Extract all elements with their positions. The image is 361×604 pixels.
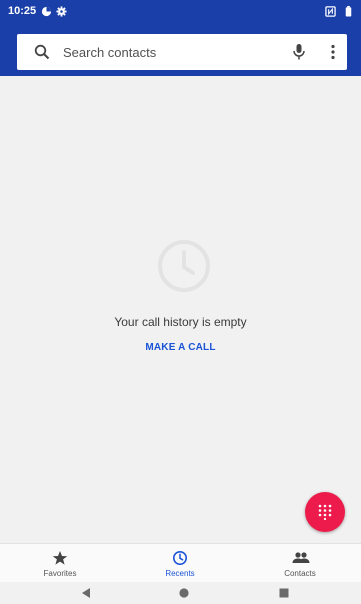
status-time: 10:25 [8,5,37,17]
star-icon [52,551,68,565]
tab-recents-label: Recents [165,569,195,578]
data-saver-icon [41,6,52,17]
clock-icon [158,240,210,292]
tab-favorites[interactable]: Favorites [0,544,120,582]
back-icon[interactable] [80,587,92,599]
recents-icon[interactable] [278,587,290,599]
search-bar[interactable] [17,34,347,70]
search-input[interactable] [63,34,283,70]
system-nav-bar [0,582,361,604]
tab-contacts-label: Contacts [284,569,316,578]
dialpad-icon [318,504,332,520]
clock-icon [173,551,187,565]
tab-contacts[interactable]: Contacts [240,544,360,582]
battery-icon [345,6,352,17]
dialpad-button[interactable] [305,492,345,532]
search-icon[interactable] [33,43,51,61]
status-bar: 10:25 [0,0,361,26]
make-a-call-button[interactable]: MAKE A CALL [0,342,361,353]
nfc-icon [325,6,336,17]
bottom-nav: Favorites Recents Contacts [0,543,361,582]
people-icon [292,552,310,563]
tab-favorites-label: Favorites [43,569,77,578]
settings-gear-icon [56,6,67,17]
tab-recents[interactable]: Recents [120,544,240,582]
mic-icon[interactable] [289,42,309,62]
home-icon[interactable] [178,587,190,599]
more-vert-icon[interactable] [323,42,343,62]
search-container [0,26,361,76]
empty-state-message: Your call history is empty [114,315,247,329]
